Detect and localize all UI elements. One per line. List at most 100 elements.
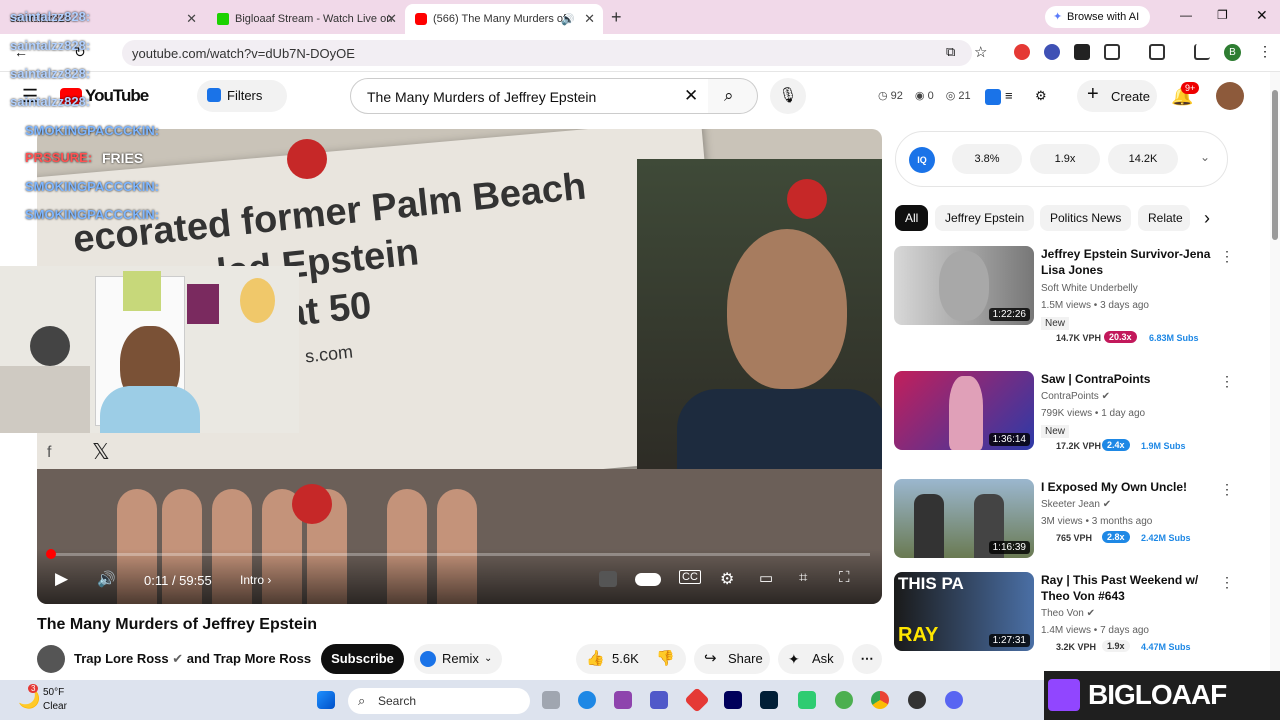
discord-icon[interactable]: [945, 691, 963, 709]
recommendation-item[interactable]: THIS PA RAY 1:27:31 Ray | This Past Week…: [894, 572, 1234, 657]
extension-icon[interactable]: [1044, 44, 1060, 60]
remix-button[interactable]: Remix ⌄: [414, 644, 502, 674]
premiere-icon[interactable]: [724, 691, 742, 709]
chrome-profile-icon[interactable]: [835, 691, 853, 709]
create-button[interactable]: + Create: [1077, 80, 1157, 112]
teams-icon[interactable]: [650, 691, 668, 709]
tab-bigloaaf-stream[interactable]: Bigloaaf Stream - Watch Live on ✕: [207, 4, 405, 34]
more-options-icon[interactable]: ⋮: [1220, 481, 1234, 498]
task-view-icon[interactable]: [542, 691, 560, 709]
recommendation-item[interactable]: 1:16:39 I Exposed My Own Uncle! Skeeter …: [894, 479, 1234, 564]
taskbar-search[interactable]: ⌕ Search: [348, 688, 530, 714]
edge-icon[interactable]: [578, 691, 596, 709]
multiplier-badge: 20.3x: [1104, 331, 1137, 343]
list-icon[interactable]: ≡: [1005, 88, 1013, 103]
app-icon[interactable]: [798, 691, 816, 709]
captions-button[interactable]: CC: [679, 570, 701, 584]
close-icon[interactable]: ✕: [386, 11, 397, 27]
channel-avatar[interactable]: [37, 645, 65, 673]
fullscreen-icon[interactable]: ⛶: [839, 569, 850, 586]
vidiq-icon[interactable]: [985, 89, 1001, 105]
extension-icon[interactable]: [1074, 44, 1090, 60]
app-icon[interactable]: [684, 687, 710, 713]
extension-icon[interactable]: [1014, 44, 1030, 60]
extensions-puzzle-icon[interactable]: [1104, 44, 1120, 60]
chat-user: SMOKINGPACCCKIN:: [25, 207, 160, 222]
recommendation-title[interactable]: Saw | ContraPoints: [1041, 371, 1216, 387]
miniplayer-icon[interactable]: ▭: [759, 569, 773, 587]
url-field[interactable]: youtube.com/watch?v=dUb7N-DOyOE: [122, 40, 972, 66]
recommendation-item[interactable]: 1:36:14 Saw | ContraPoints ContraPoints …: [894, 371, 1234, 471]
account-avatar[interactable]: [1216, 82, 1244, 110]
play-button[interactable]: ▶: [55, 569, 68, 589]
close-icon[interactable]: ✕: [584, 11, 595, 27]
more-options-icon[interactable]: ⋮: [1220, 574, 1234, 591]
filters-button[interactable]: Filters: [197, 80, 287, 112]
chip-related[interactable]: Relate: [1138, 205, 1190, 231]
progress-bar[interactable]: [49, 553, 870, 556]
chip-jeffrey-epstein[interactable]: Jeffrey Epstein: [935, 205, 1035, 231]
chip-politics-news[interactable]: Politics News: [1040, 205, 1132, 231]
recommendation-item[interactable]: 1:22:26 Jeffrey Epstein Survivor-Jena Li…: [894, 246, 1234, 361]
video-thumbnail[interactable]: 1:36:14: [894, 371, 1034, 450]
autoplay-toggle[interactable]: [635, 573, 661, 586]
chrome-icon[interactable]: [871, 691, 889, 709]
tab-youtube-video[interactable]: (566) The Many Murders of 🔊 ✕: [405, 4, 603, 34]
voice-search-button[interactable]: 🎙: [770, 78, 806, 114]
photoshop-icon[interactable]: [760, 691, 778, 709]
search-input[interactable]: The Many Murders of Jeffrey Epstein: [350, 78, 710, 114]
menu-kebab-icon[interactable]: ⋮: [1258, 43, 1272, 60]
install-app-icon[interactable]: ⧉: [946, 44, 955, 60]
subscribe-button[interactable]: Subscribe: [321, 644, 404, 674]
windows-start-icon[interactable]: [317, 691, 335, 709]
vidiq-stats-bar: IQ 3.8% 1.9x 14.2K ⌄: [895, 131, 1228, 187]
video-thumbnail[interactable]: 1:16:39: [894, 479, 1034, 558]
thumbnail-text: RAY: [898, 624, 939, 646]
copilot-icon[interactable]: [614, 691, 632, 709]
chevron-down-icon[interactable]: ⌄: [1200, 150, 1210, 164]
thumbs-down-icon[interactable]: 👎: [656, 644, 675, 674]
recommendation-channel[interactable]: Skeeter Jean ✔: [1041, 499, 1111, 510]
profile-avatar[interactable]: B: [1224, 44, 1241, 61]
split-view-icon[interactable]: [1149, 44, 1165, 60]
speaker-icon[interactable]: 🔊: [561, 13, 575, 26]
recommendation-channel[interactable]: Soft White Underbelly: [1041, 283, 1138, 294]
settings-icon[interactable]: ⚙: [1035, 88, 1047, 104]
video-thumbnail[interactable]: THIS PA RAY 1:27:31: [894, 572, 1034, 651]
minimize-button[interactable]: —: [1180, 8, 1192, 22]
obs-icon[interactable]: [908, 691, 926, 709]
chip-all[interactable]: All: [895, 205, 929, 231]
clear-search-icon[interactable]: ✕: [684, 86, 698, 106]
more-options-icon[interactable]: ⋮: [1220, 248, 1234, 265]
more-actions-button[interactable]: ⋯: [852, 644, 882, 674]
volume-icon[interactable]: 🔊: [97, 570, 116, 588]
browse-with-ai-button[interactable]: ✦ Browse with AI: [1045, 6, 1150, 28]
new-tab-button[interactable]: +: [611, 7, 622, 28]
page-scrollbar[interactable]: [1270, 72, 1280, 680]
recommendation-channel[interactable]: ContraPoints ✔: [1041, 391, 1110, 402]
recommendation-title[interactable]: I Exposed My Own Uncle!: [1041, 479, 1216, 495]
more-options-icon[interactable]: ⋮: [1220, 373, 1234, 390]
scrollbar-thumb[interactable]: [1272, 90, 1278, 240]
settings-gear-icon[interactable]: ⚙: [720, 569, 734, 589]
search-button[interactable]: ⌕: [708, 78, 758, 114]
recommendation-title[interactable]: Ray | This Past Weekend w/ Theo Von #643: [1041, 572, 1216, 604]
recommendation-title[interactable]: Jeffrey Epstein Survivor-Jena Lisa Jones: [1041, 246, 1216, 278]
chevron-right-icon[interactable]: ›: [1204, 208, 1210, 229]
media-controls-icon[interactable]: [1194, 44, 1210, 60]
vph-badge: 3.2K VPH: [1056, 642, 1097, 652]
close-window-button[interactable]: ✕: [1256, 7, 1268, 24]
vidiq-logo-icon[interactable]: IQ: [909, 147, 935, 173]
vidiq-player-icon[interactable]: [599, 571, 617, 587]
channel-names[interactable]: Trap Lore Ross ✔ and Trap More Ross: [74, 651, 311, 667]
video-thumbnail[interactable]: 1:22:26: [894, 246, 1034, 325]
scrubber-handle[interactable]: [46, 549, 56, 559]
ask-button[interactable]: ✦ Ask: [778, 644, 844, 674]
recommendation-channel[interactable]: Theo Von ✔: [1041, 608, 1095, 619]
maximize-button[interactable]: ❐: [1217, 8, 1228, 22]
cast-icon[interactable]: ⌗: [799, 569, 807, 586]
share-button[interactable]: ↪ Share: [694, 644, 770, 674]
like-button[interactable]: 👍 5.6K 👎: [576, 644, 686, 674]
bookmark-star-icon[interactable]: ☆: [974, 43, 987, 61]
chapter-button[interactable]: Intro ›: [240, 573, 271, 587]
